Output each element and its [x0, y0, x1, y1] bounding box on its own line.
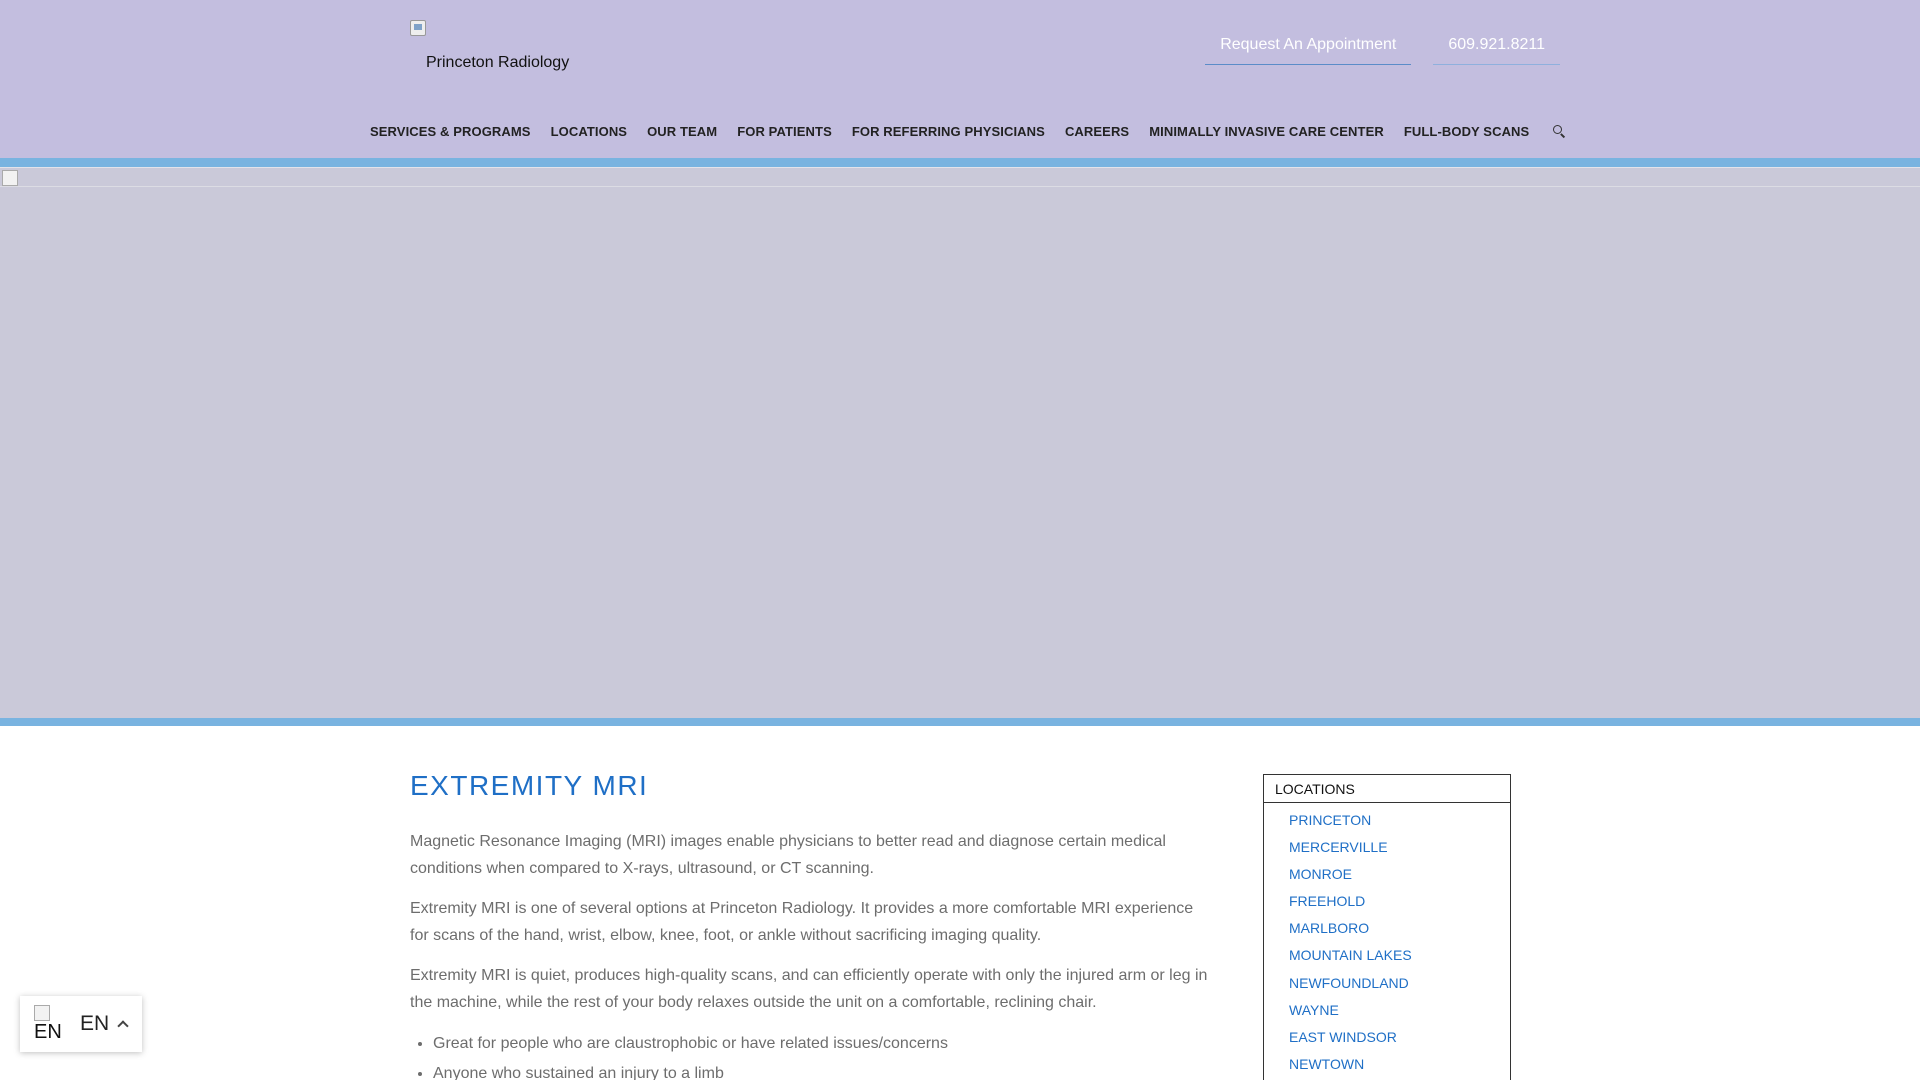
search-icon[interactable] [1553, 124, 1567, 139]
description-paragraph: Extremity MRI is one of several options … [410, 900, 1194, 944]
nav-item-full-body-scans[interactable]: FULL-BODY SCANS [1394, 124, 1539, 139]
location-link-monroe[interactable]: MONROE [1289, 861, 1510, 888]
location-link-princeton[interactable]: PRINCETON [1289, 807, 1510, 834]
nav-item-locations[interactable]: LOCATIONS [541, 124, 638, 139]
hero-image [0, 167, 1920, 718]
main-nav: SERVICES & PROGRAMS LOCATIONS OUR TEAM F… [360, 124, 1567, 139]
broken-image-icon [2, 170, 18, 186]
broken-image-icon [34, 1005, 50, 1021]
page-title: EXTREMITY MRI [410, 770, 649, 801]
nav-item-minimally-invasive-care-center[interactable]: MINIMALLY INVASIVE CARE CENTER [1139, 124, 1394, 139]
language-code: EN [80, 1012, 110, 1035]
details-paragraph: Extremity MRI is quiet, produces high-qu… [410, 967, 1208, 1011]
nav-item-for-referring-physicians[interactable]: FOR REFERRING PHYSICIANS [842, 124, 1055, 139]
locations-sidebar: LOCATIONS PRINCETON MERCERVILLE MONROE F… [1263, 774, 1511, 1080]
logo-alt-text: Princeton Radiology [426, 54, 570, 71]
request-appointment-button[interactable]: Request An Appointment [1205, 28, 1412, 65]
sidebar-title: LOCATIONS [1264, 775, 1510, 803]
hero-divider [0, 186, 1920, 187]
flag-icon: EN [34, 1005, 62, 1043]
intro-paragraph: Magnetic Resonance Imaging (MRI) images … [410, 833, 1166, 877]
location-link-freehold[interactable]: FREEHOLD [1289, 888, 1510, 915]
site-logo[interactable]: Princeton Radiology [410, 20, 569, 71]
list-item: Great for people who are claustrophobic … [433, 1029, 1210, 1059]
list-item: Anyone who sustained an injury to a limb [433, 1059, 1210, 1080]
header-accent-bar [0, 158, 1920, 167]
broken-image-icon [410, 20, 426, 36]
location-link-newtown[interactable]: NEWTOWN [1289, 1051, 1510, 1078]
nav-item-our-team[interactable]: OUR TEAM [637, 124, 727, 139]
main-content: EXTREMITY MRI Magnetic Resonance Imaging… [410, 770, 1210, 1080]
location-link-mountain-lakes[interactable]: MOUNTAIN LAKES [1289, 942, 1510, 969]
nav-item-careers[interactable]: CAREERS [1055, 124, 1139, 139]
site-header: Princeton Radiology Request An Appointme… [0, 0, 1920, 158]
flag-alt-text: EN [34, 1021, 62, 1043]
nav-item-for-patients[interactable]: FOR PATIENTS [727, 124, 842, 139]
nav-item-services-programs[interactable]: SERVICES & PROGRAMS [360, 124, 541, 139]
header-actions: Request An Appointment 609.921.8211 [1205, 28, 1560, 65]
location-link-wayne[interactable]: WAYNE [1289, 997, 1510, 1024]
chevron-up-icon [117, 1020, 129, 1032]
hero-accent-bar [0, 718, 1920, 726]
location-link-newfoundland[interactable]: NEWFOUNDLAND [1289, 970, 1510, 997]
language-switcher[interactable]: EN EN [20, 996, 142, 1052]
location-link-east-windsor[interactable]: EAST WINDSOR [1289, 1024, 1510, 1051]
locations-list: PRINCETON MERCERVILLE MONROE FREEHOLD MA… [1264, 803, 1510, 1078]
benefits-list: Great for people who are claustrophobic … [433, 1029, 1210, 1080]
phone-button[interactable]: 609.921.8211 [1433, 28, 1560, 65]
location-link-marlboro[interactable]: MARLBORO [1289, 915, 1510, 942]
location-link-mercerville[interactable]: MERCERVILLE [1289, 834, 1510, 861]
